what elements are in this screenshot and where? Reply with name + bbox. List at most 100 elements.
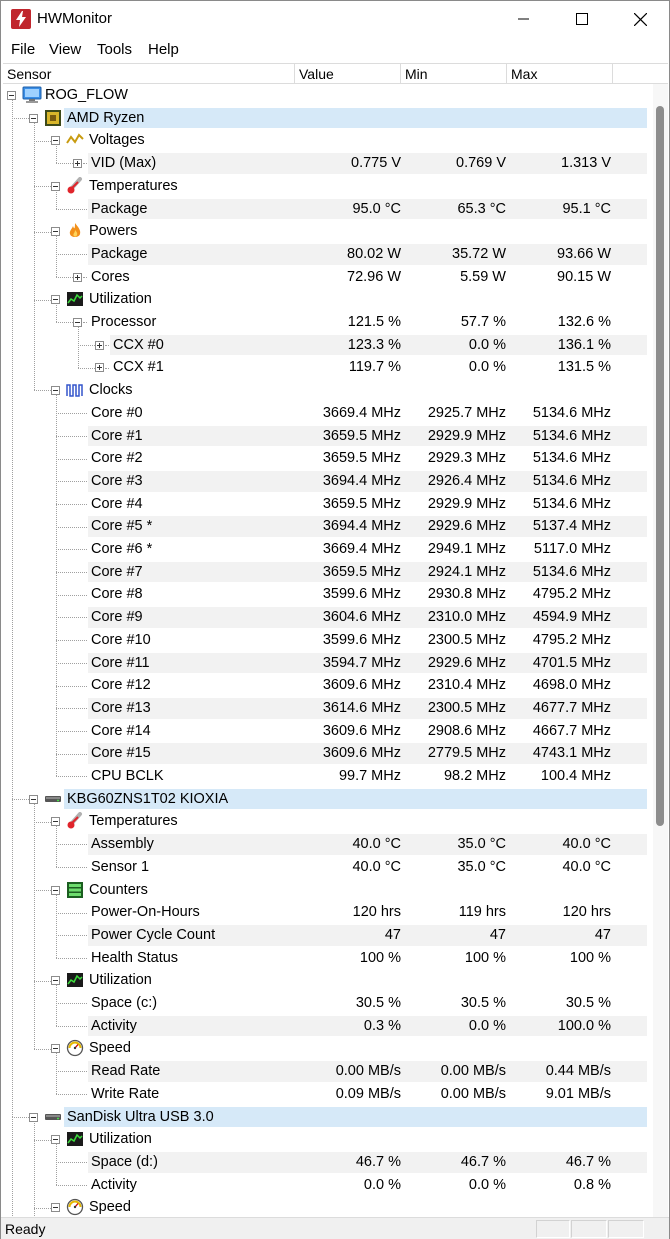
collapse-icon[interactable] <box>51 885 60 895</box>
sensor-row[interactable]: Write Rate 0.09 MB/s 0.00 MB/s 9.01 MB/s <box>3 1083 653 1106</box>
sensor-label: AMD Ryzen <box>67 109 145 126</box>
collapse-icon[interactable] <box>51 227 60 237</box>
tree-group-row[interactable]: Voltages <box>3 129 653 152</box>
status-bar: Ready <box>1 1217 669 1239</box>
sensor-min: 35.0 °C <box>457 858 506 875</box>
collapse-icon[interactable] <box>51 136 60 146</box>
tree-group-row[interactable]: Utilization <box>3 969 653 992</box>
sensor-max: 4743.1 MHz <box>532 745 611 762</box>
expand-icon[interactable] <box>95 340 104 350</box>
sensor-row[interactable]: Core #7 3659.5 MHz 2924.1 MHz 5134.6 MHz <box>3 561 653 584</box>
collapse-icon[interactable] <box>7 91 16 100</box>
sensor-row[interactable]: Core #5 * 3694.4 MHz 2929.6 MHz 5137.4 MHz <box>3 515 653 538</box>
collapse-icon[interactable] <box>73 318 82 327</box>
sensor-row[interactable]: Processor 121.5 % 57.7 % 132.6 % <box>3 311 653 334</box>
expand-icon[interactable] <box>95 363 104 373</box>
vertical-scrollbar[interactable] <box>653 84 668 1217</box>
tree-group-row[interactable]: Utilization <box>3 288 653 311</box>
collapse-icon[interactable] <box>29 113 38 123</box>
sensor-row[interactable]: Space (c:) 30.5 % 30.5 % 30.5 % <box>3 992 653 1015</box>
sensor-max: 0.44 MB/s <box>545 1063 611 1080</box>
sensor-row[interactable]: Core #4 3659.5 MHz 2929.9 MHz 5134.6 MHz <box>3 493 653 516</box>
tree-group-row[interactable]: AMD Ryzen <box>3 107 653 130</box>
sensor-row[interactable]: Core #3 3694.4 MHz 2926.4 MHz 5134.6 MHz <box>3 470 653 493</box>
sensor-row[interactable]: Core #1 3659.5 MHz 2929.9 MHz 5134.6 MHz <box>3 425 653 448</box>
sensor-row[interactable]: Core #11 3594.7 MHz 2929.6 MHz 4701.5 MHz <box>3 652 653 675</box>
menu-tools[interactable]: Tools <box>97 41 132 58</box>
sensor-label: Processor <box>91 314 157 330</box>
sensor-value: 3659.5 MHz <box>322 495 401 512</box>
sensor-row[interactable]: VID (Max) 0.775 V 0.769 V 1.313 V <box>3 152 653 175</box>
collapse-icon[interactable] <box>51 1135 60 1145</box>
sensor-row[interactable]: Power Cycle Count 47 47 47 <box>3 924 653 947</box>
collapse-icon[interactable] <box>29 794 38 804</box>
column-max[interactable]: Max <box>507 64 613 84</box>
sensor-row[interactable]: Core #14 3609.6 MHz 2908.6 MHz 4667.7 MHz <box>3 720 653 743</box>
sensor-row[interactable]: Core #0 3669.4 MHz 2925.7 MHz 5134.6 MHz <box>3 402 653 425</box>
collapse-icon[interactable] <box>51 1044 60 1054</box>
tree-group-row[interactable]: Utilization <box>3 1128 653 1151</box>
sensor-row[interactable]: CCX #1 119.7 % 0.0 % 131.5 % <box>3 356 653 379</box>
sensor-tree[interactable]: ROG_FLOW AMD Ryzen Voltages VID (Max) 0.775 … <box>3 84 653 1217</box>
tree-group-row[interactable]: ROG_FLOW <box>3 84 653 107</box>
sensor-row[interactable]: Cores 72.96 W 5.59 W 90.15 W <box>3 266 653 289</box>
close-icon <box>633 12 647 26</box>
collapse-icon[interactable] <box>29 1112 38 1122</box>
collapse-icon[interactable] <box>51 976 60 986</box>
sensor-row[interactable]: Power-On-Hours 120 hrs 119 hrs 120 hrs <box>3 901 653 924</box>
tree-group-row[interactable]: SanDisk Ultra USB 3.0 <box>3 1106 653 1129</box>
sensor-row[interactable]: Activity 0.3 % 0.0 % 100.0 % <box>3 1015 653 1038</box>
collapse-icon[interactable] <box>51 817 60 827</box>
sensor-row[interactable]: Assembly 40.0 °C 35.0 °C 40.0 °C <box>3 833 653 856</box>
menu-file[interactable]: File <box>11 41 35 58</box>
sensor-row[interactable]: Sensor 1 40.0 °C 35.0 °C 40.0 °C <box>3 856 653 879</box>
sensor-row[interactable]: Core #15 3609.6 MHz 2779.5 MHz 4743.1 MHz <box>3 742 653 765</box>
tree-connector <box>56 662 87 664</box>
sensor-row[interactable]: Core #2 3659.5 MHz 2929.3 MHz 5134.6 MHz <box>3 447 653 470</box>
sensor-row[interactable]: Core #6 * 3669.4 MHz 2949.1 MHz 5117.0 MHz <box>3 538 653 561</box>
tree-group-row[interactable]: Clocks <box>3 379 653 402</box>
tree-group-row[interactable]: Speed <box>3 1037 653 1060</box>
collapse-icon[interactable] <box>51 295 60 305</box>
tree-group-row[interactable]: Temperatures <box>3 175 653 198</box>
close-button[interactable] <box>611 1 669 37</box>
column-min[interactable]: Min <box>401 64 507 84</box>
expand-icon[interactable] <box>73 272 82 282</box>
menu-help[interactable]: Help <box>148 41 179 58</box>
minimize-button[interactable] <box>495 1 553 37</box>
maximize-button[interactable] <box>553 1 611 37</box>
sensor-row[interactable]: Core #13 3614.6 MHz 2300.5 MHz 4677.7 MHz <box>3 697 653 720</box>
tree-connector <box>34 186 51 188</box>
sensor-row[interactable]: Core #8 3599.6 MHz 2930.8 MHz 4795.2 MHz <box>3 583 653 606</box>
sensor-row[interactable]: Core #10 3599.6 MHz 2300.5 MHz 4795.2 MHz <box>3 629 653 652</box>
collapse-icon[interactable] <box>51 181 60 191</box>
tree-group-row[interactable]: Speed <box>3 1196 653 1217</box>
expand-icon[interactable] <box>73 159 82 169</box>
scrollbar-thumb[interactable] <box>656 106 664 826</box>
tree-group-row[interactable]: Counters <box>3 879 653 902</box>
collapse-icon[interactable] <box>51 386 60 396</box>
title-bar[interactable]: HWMonitor <box>1 1 669 37</box>
sensor-row[interactable]: Read Rate 0.00 MB/s 0.00 MB/s 0.44 MB/s <box>3 1060 653 1083</box>
tree-group-row[interactable]: Powers <box>3 220 653 243</box>
menu-view[interactable]: View <box>49 41 81 58</box>
column-value[interactable]: Value <box>295 64 401 84</box>
tree-connector <box>34 140 51 142</box>
tree-group-row[interactable]: KBG60ZNS1T02 KIOXIA <box>3 788 653 811</box>
sensor-row[interactable]: Core #9 3604.6 MHz 2310.0 MHz 4594.9 MHz <box>3 606 653 629</box>
sensor-row[interactable]: Activity 0.0 % 0.0 % 0.8 % <box>3 1174 653 1197</box>
sensor-max: 5134.6 MHz <box>532 450 611 467</box>
tree-group-row[interactable]: Temperatures <box>3 810 653 833</box>
sensor-row[interactable]: CCX #0 123.3 % 0.0 % 136.1 % <box>3 334 653 357</box>
sensor-value: 99.7 MHz <box>338 768 401 784</box>
sensor-row[interactable]: Space (d:) 46.7 % 46.7 % 46.7 % <box>3 1151 653 1174</box>
sensor-row[interactable]: Core #12 3609.6 MHz 2310.4 MHz 4698.0 MHz <box>3 674 653 697</box>
sensor-row[interactable]: CPU BCLK 99.7 MHz 98.2 MHz 100.4 MHz <box>3 765 653 788</box>
column-sensor[interactable]: Sensor <box>3 64 295 84</box>
sensor-row[interactable]: Package 95.0 °C 65.3 °C 95.1 °C <box>3 198 653 221</box>
collapse-icon[interactable] <box>51 1203 60 1213</box>
speedometer-icon <box>66 1039 84 1057</box>
sensor-row[interactable]: Health Status 100 % 100 % 100 % <box>3 947 653 970</box>
tree-connector <box>56 1184 87 1186</box>
sensor-row[interactable]: Package 80.02 W 35.72 W 93.66 W <box>3 243 653 266</box>
